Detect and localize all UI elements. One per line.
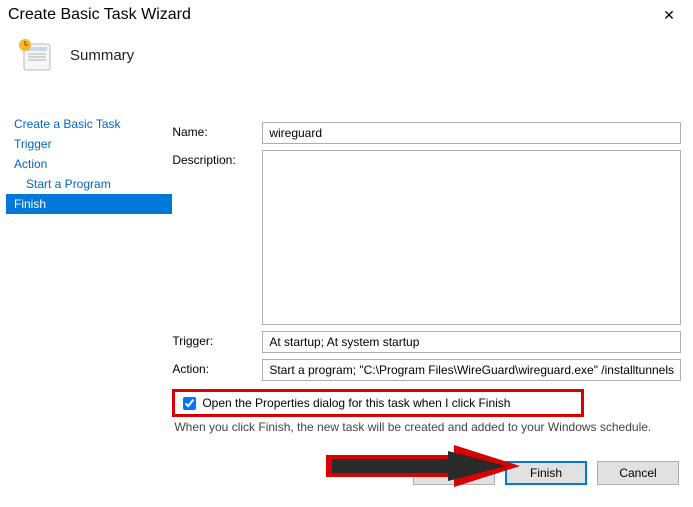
helper-text: When you click Finish, the new task will… xyxy=(174,420,681,434)
action-label: Action: xyxy=(172,359,262,376)
cancel-button[interactable]: Cancel xyxy=(597,461,679,485)
description-field[interactable] xyxy=(262,150,681,325)
wizard-header: Summary xyxy=(0,30,693,86)
sidebar-item-finish[interactable]: Finish xyxy=(6,194,172,214)
trigger-label: Trigger: xyxy=(172,331,262,348)
close-button[interactable]: ✕ xyxy=(651,1,687,29)
close-icon: ✕ xyxy=(663,7,675,24)
sidebar-item-create-basic-task[interactable]: Create a Basic Task xyxy=(6,114,172,134)
trigger-field: At startup; At system startup xyxy=(262,331,681,353)
name-field[interactable]: wireguard xyxy=(262,122,681,144)
open-properties-checkbox-row[interactable]: Open the Properties dialog for this task… xyxy=(172,389,584,417)
finish-button[interactable]: Finish xyxy=(505,461,587,485)
titlebar: Create Basic Task Wizard ✕ xyxy=(0,0,693,30)
wizard-steps: Create a Basic Task Trigger Action Start… xyxy=(6,86,172,434)
description-label: Description: xyxy=(172,150,262,167)
open-properties-checkbox[interactable] xyxy=(183,397,196,410)
sidebar-item-start-a-program[interactable]: Start a Program xyxy=(6,174,172,194)
back-button[interactable]: < Back xyxy=(413,461,495,485)
open-properties-label: Open the Properties dialog for this task… xyxy=(202,396,510,410)
summary-icon xyxy=(18,38,52,72)
action-field: Start a program; "C:\Program Files\WireG… xyxy=(262,359,681,381)
name-label: Name: xyxy=(172,122,262,139)
page-title: Summary xyxy=(70,47,134,64)
window-title: Create Basic Task Wizard xyxy=(8,6,191,24)
summary-form: Name: wireguard Description: Trigger: At… xyxy=(172,86,681,434)
sidebar-item-trigger[interactable]: Trigger xyxy=(6,134,172,154)
wizard-footer: < Back Finish Cancel xyxy=(413,461,679,485)
sidebar-item-action[interactable]: Action xyxy=(6,154,172,174)
